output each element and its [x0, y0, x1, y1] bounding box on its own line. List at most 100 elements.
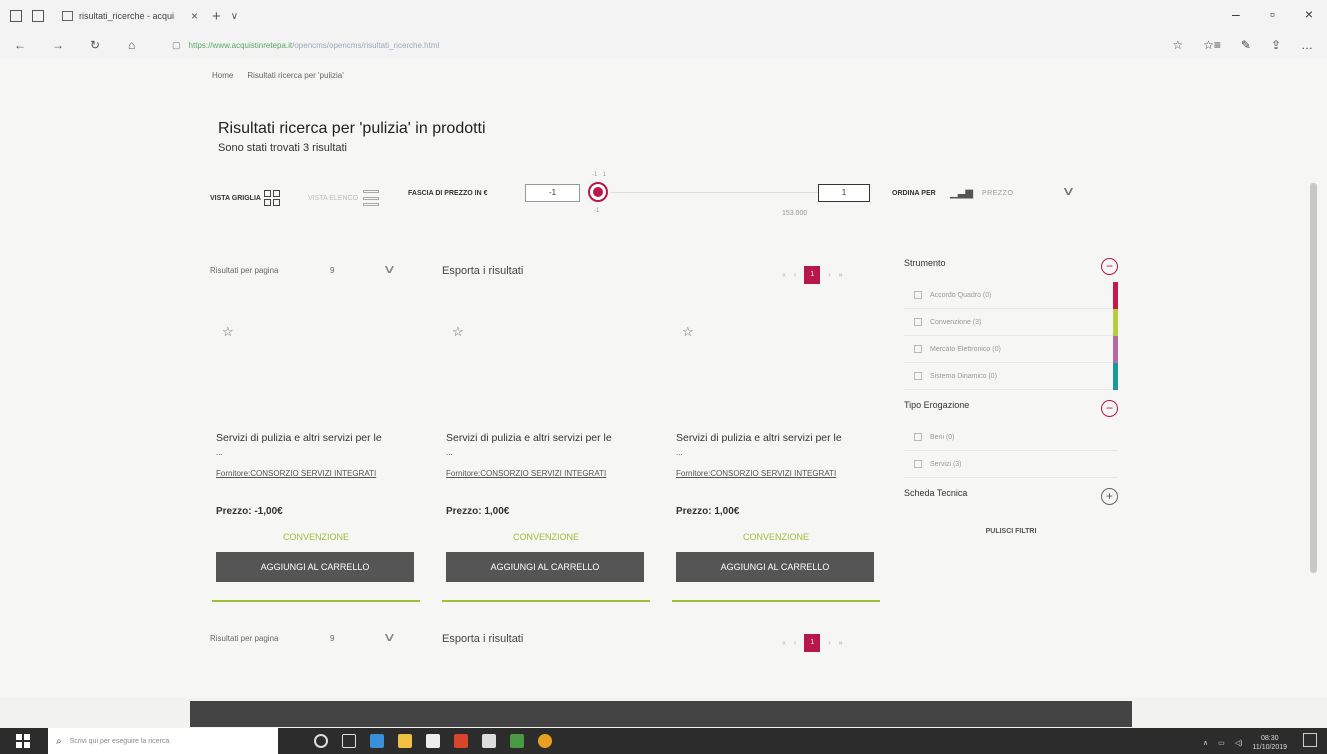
last-page-icon[interactable]: »	[839, 640, 843, 647]
pen-icon[interactable]: ✎	[1241, 38, 1251, 52]
checkbox[interactable]	[914, 460, 922, 468]
per-page-chevron-down-icon[interactable]: ∨	[382, 630, 396, 644]
cortana-icon[interactable]	[314, 734, 328, 748]
new-tab-icon[interactable]: +	[212, 8, 221, 25]
grid-view-button[interactable]: VISTA GRIGLIA	[210, 190, 280, 206]
filter-strumento-header[interactable]: Strumento −	[904, 258, 1118, 282]
add-to-cart-button[interactable]: AGGIUNGI AL CARRELLO	[216, 552, 414, 582]
checkbox[interactable]	[914, 291, 922, 299]
network-icon[interactable]: ▭	[1218, 739, 1225, 747]
product-supplier[interactable]: Fornitore:CONSORZIO SERVIZI INTEGRATI	[446, 469, 606, 478]
favorite-star-icon[interactable]: ☆	[682, 324, 694, 340]
price-min-input[interactable]: -1	[525, 184, 580, 202]
checkbox[interactable]	[914, 372, 922, 380]
list-view-button[interactable]: VISTA ELENCO	[308, 190, 380, 206]
edge-icon[interactable]	[370, 734, 384, 748]
tab-preview-icon[interactable]	[32, 10, 44, 22]
product-supplier[interactable]: Fornitore:CONSORZIO SERVIZI INTEGRATI	[676, 469, 836, 478]
product-title[interactable]: Servizi di pulizia e altri servizi per l…	[216, 432, 382, 444]
export-results-link[interactable]: Esporta i risultati	[442, 633, 523, 645]
chrome-icon[interactable]	[538, 734, 552, 748]
prev-page-icon[interactable]: ‹	[794, 640, 796, 647]
clear-filters-button[interactable]: PULISCI FILTRI	[904, 528, 1118, 535]
refresh-icon[interactable]: ↻	[90, 38, 114, 52]
volume-icon[interactable]: ◁)	[1235, 739, 1243, 747]
filter-option[interactable]: Servizi (3)	[904, 451, 1118, 478]
filter-option[interactable]: Mercato Elettronico (0)	[904, 336, 1118, 363]
current-page[interactable]: 1	[804, 266, 821, 284]
favorite-star-icon[interactable]: ☆	[452, 324, 464, 340]
filter-option-label: Sistema Dinamico (0)	[930, 372, 997, 380]
per-page-select[interactable]: 9	[330, 634, 334, 643]
taskbar-search[interactable]: ⌕ Scrivi qui per eseguire la ricerca	[48, 728, 278, 754]
checkbox[interactable]	[914, 345, 922, 353]
tray-chevron-up-icon[interactable]: ∧	[1203, 739, 1208, 747]
sort-chevron-down-icon[interactable]: ∨	[1061, 184, 1075, 198]
footer-bar	[190, 701, 1132, 727]
prev-page-icon[interactable]: ‹	[794, 272, 796, 279]
tab-list-icon[interactable]: ∨	[231, 11, 238, 22]
price-max-input[interactable]: 1	[818, 184, 870, 202]
add-to-cart-button[interactable]: AGGIUNGI AL CARRELLO	[446, 552, 644, 582]
browser-tab[interactable]: risultati_ricerche - acqui ×	[62, 4, 198, 28]
store-icon[interactable]	[426, 734, 440, 748]
forward-icon[interactable]: →	[52, 38, 76, 52]
product-supplier[interactable]: Fornitore:CONSORZIO SERVIZI INTEGRATI	[216, 469, 376, 478]
filter-option[interactable]: Sistema Dinamico (0)	[904, 363, 1118, 390]
collapse-icon[interactable]: −	[1101, 258, 1118, 275]
first-page-icon[interactable]: «	[782, 640, 786, 647]
page-info-icon[interactable]: ▢	[172, 40, 181, 51]
first-page-icon[interactable]: «	[782, 272, 786, 279]
last-page-icon[interactable]: »	[839, 272, 843, 279]
favorite-star-icon[interactable]: ☆	[1172, 38, 1183, 52]
start-icon[interactable]	[16, 734, 30, 748]
browser-tab-bar: risultati_ricerche - acqui × + ∨ – ▫ ×	[0, 0, 1327, 32]
checkbox[interactable]	[914, 318, 922, 326]
filter-tipo-header[interactable]: Tipo Erogazione −	[904, 400, 1118, 424]
favorites-list-icon[interactable]: ☆≡	[1203, 38, 1221, 52]
product-price: Prezzo: -1,00€	[216, 506, 283, 517]
export-results-link[interactable]: Esporta i risultati	[442, 265, 523, 277]
price-slider-handle[interactable]	[588, 182, 608, 202]
next-page-icon[interactable]: ›	[828, 272, 830, 279]
product-title[interactable]: Servizi di pulizia e altri servizi per l…	[446, 432, 612, 444]
tab-actions-icon[interactable]	[10, 10, 22, 22]
sort-select[interactable]: PREZZO	[982, 190, 1013, 197]
file-explorer-icon[interactable]	[398, 734, 412, 748]
tab-close-icon[interactable]: ×	[191, 9, 198, 23]
per-page-select[interactable]: 9	[330, 266, 334, 275]
url-field[interactable]: ▢ https://www.acquistinretepa.it /opencm…	[172, 40, 439, 51]
current-page[interactable]: 1	[804, 634, 821, 652]
notifications-icon[interactable]	[1303, 733, 1317, 747]
breadcrumb-current: Risultati ricerca per 'pulizia'	[247, 71, 344, 80]
mail-icon[interactable]	[482, 734, 496, 748]
restore-icon[interactable]: ▫	[1270, 6, 1275, 22]
checkbox[interactable]	[914, 433, 922, 441]
page-scrollbar[interactable]	[1310, 183, 1317, 573]
filter-option[interactable]: Beni (0)	[904, 424, 1118, 451]
filter-option[interactable]: Convenzione (3)	[904, 309, 1118, 336]
product-title[interactable]: Servizi di pulizia e altri servizi per l…	[676, 432, 842, 444]
breadcrumb-home[interactable]: Home	[212, 71, 233, 80]
collapse-icon[interactable]: −	[1101, 400, 1118, 417]
clock-time: 08:30	[1260, 735, 1279, 742]
close-window-icon[interactable]: ×	[1305, 6, 1313, 22]
more-icon[interactable]: …	[1301, 38, 1313, 52]
office-icon[interactable]	[454, 734, 468, 748]
filter-scheda-header[interactable]: Scheda Tecnica +	[904, 488, 1118, 512]
task-view-icon[interactable]	[342, 734, 356, 748]
price-slider-track[interactable]	[610, 192, 820, 193]
favorite-star-icon[interactable]: ☆	[222, 324, 234, 340]
product-title-ellipsis: ...	[676, 448, 683, 457]
minimize-icon[interactable]: –	[1232, 6, 1240, 22]
home-icon[interactable]: ⌂	[128, 38, 152, 52]
clock[interactable]: 08:30 11/10/2019	[1252, 734, 1287, 752]
back-icon[interactable]: ←	[14, 38, 38, 52]
filter-option[interactable]: Accordo Quadro (0)	[904, 282, 1118, 309]
app-icon[interactable]	[510, 734, 524, 748]
share-icon[interactable]: ⇪	[1271, 38, 1281, 52]
next-page-icon[interactable]: ›	[828, 640, 830, 647]
expand-icon[interactable]: +	[1101, 488, 1118, 505]
per-page-chevron-down-icon[interactable]: ∨	[382, 262, 396, 276]
add-to-cart-button[interactable]: AGGIUNGI AL CARRELLO	[676, 552, 874, 582]
